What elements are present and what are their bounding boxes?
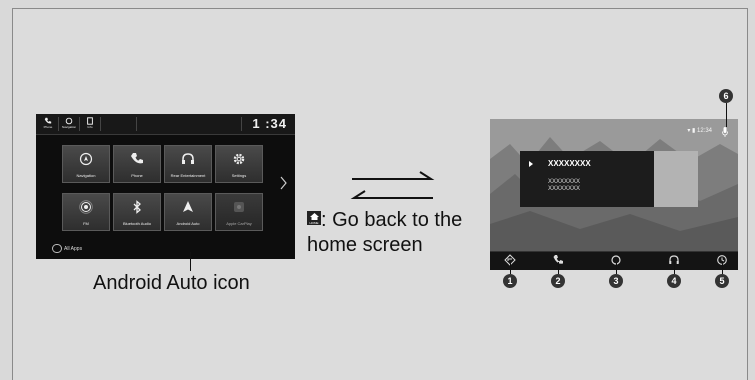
all-apps-icon	[52, 244, 62, 253]
media-line-1: XXXXXXXX	[548, 179, 581, 185]
leader-line	[726, 103, 727, 127]
album-art	[654, 151, 698, 207]
info-icon	[87, 117, 93, 125]
phone-icon	[44, 117, 52, 124]
leader-line	[722, 262, 723, 274]
tile-label: Android Auto	[176, 220, 200, 226]
tile-settings[interactable]: Settings	[215, 145, 263, 183]
home-tip-text: : Go back to the home screen	[307, 209, 463, 256]
house-icon	[309, 213, 319, 220]
tile-label: Navigation	[76, 172, 96, 178]
callout-number-5: 5	[715, 274, 729, 288]
microphone-icon[interactable]	[722, 127, 728, 137]
battery-icon: ▮	[692, 128, 696, 134]
status-bar: Phone Navigation Info 1 :34	[36, 114, 295, 135]
tile-label: Phone	[131, 172, 143, 178]
divider	[241, 117, 242, 131]
leader-line	[558, 262, 559, 274]
tile-phone[interactable]: Phone	[113, 145, 161, 183]
home-screen: Phone Navigation Info 1 :34 Navigation P…	[36, 114, 295, 259]
compass-icon	[79, 152, 93, 166]
tile-android-auto[interactable]: Android Auto	[164, 193, 212, 231]
tile-label: Rear Entertainment	[170, 172, 206, 178]
carplay-icon	[234, 202, 244, 212]
clock: 1 :34	[252, 116, 287, 131]
divider	[58, 117, 59, 131]
tile-bluetooth-audio[interactable]: Bluetooth Audio	[113, 193, 161, 231]
tile-fm[interactable]: FM	[62, 193, 110, 231]
tile-label: Bluetooth Audio	[122, 220, 152, 226]
play-icon[interactable]	[529, 161, 533, 167]
callout-number-3: 3	[609, 274, 623, 288]
status-time: 12:34	[696, 128, 712, 134]
divider	[136, 117, 137, 131]
android-auto-nav-bar	[490, 251, 738, 270]
tile-navigation[interactable]: Navigation	[62, 145, 110, 183]
switch-arrows-icon	[350, 171, 435, 199]
home-key-caption: HOME	[309, 221, 319, 225]
tile-rear-entertainment[interactable]: Rear Entertainment	[164, 145, 212, 183]
home-key-tip: HOME : Go back to the home screen	[307, 208, 492, 258]
callout-number-1: 1	[503, 274, 517, 288]
status-area: ▾ ▮ 12:34	[687, 127, 712, 134]
media-line-2: XXXXXXXX	[548, 186, 581, 192]
bluetooth-icon	[133, 200, 141, 214]
leader-line	[616, 262, 617, 274]
headphones-icon	[182, 153, 194, 164]
all-apps-label: All Apps	[64, 245, 83, 252]
wifi-icon: ▾	[687, 128, 691, 134]
status-phone-button[interactable]: Phone	[40, 115, 56, 132]
status-navigation-label: Navigation	[61, 125, 77, 129]
gear-icon	[233, 153, 245, 165]
leader-line	[674, 262, 675, 274]
home-key-icon: HOME	[307, 211, 321, 225]
android-auto-icon	[183, 201, 193, 212]
media-title: XXXXXXXX	[548, 159, 591, 168]
tile-label: FM	[83, 220, 89, 226]
divider	[100, 117, 101, 131]
status-info-button[interactable]: Info	[82, 115, 98, 132]
android-auto-screen: ▾ ▮ 12:34 XXXXXXXX XXXXXXXX XXXXXXXX	[490, 119, 738, 251]
media-card[interactable]: XXXXXXXX XXXXXXXX XXXXXXXX	[520, 151, 654, 207]
tile-apple-carplay[interactable]: Apple CarPlay	[215, 193, 263, 231]
tile-label: Settings	[231, 172, 247, 178]
callout-number-4: 4	[667, 274, 681, 288]
callout-number-2: 2	[551, 274, 565, 288]
leader-line	[510, 262, 511, 274]
phone-icon	[131, 153, 143, 164]
callout-leader-line	[190, 252, 191, 271]
status-navigation-button[interactable]: Navigation	[61, 115, 77, 132]
page-indicator	[158, 248, 173, 259]
radio-icon	[79, 200, 93, 214]
tile-label: Apple CarPlay	[226, 220, 252, 226]
chevron-right-icon[interactable]	[280, 176, 287, 190]
callout-label: Android Auto icon	[93, 272, 250, 294]
status-info-label: Info	[87, 125, 93, 129]
all-apps-button[interactable]: All Apps	[52, 244, 82, 253]
media-subtitle: XXXXXXXX XXXXXXXX	[548, 179, 580, 193]
callout-number-6: 6	[719, 89, 733, 103]
headset-icon	[65, 117, 73, 125]
status-phone-label: Phone	[43, 125, 53, 129]
divider	[79, 117, 80, 131]
